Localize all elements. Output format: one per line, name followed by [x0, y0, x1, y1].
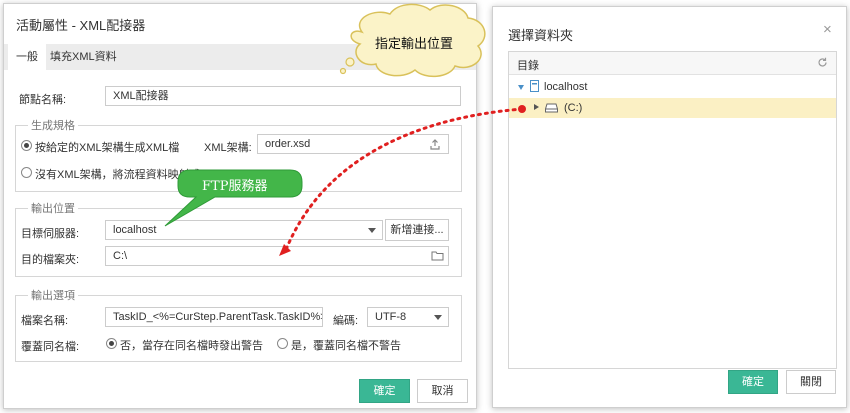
cloud-callout-text: 指定輸出位置 [375, 37, 454, 52]
red-arrow [279, 105, 526, 256]
annotation-layer [164, 3, 526, 256]
ftp-server-callout-text: FTP服務器 [202, 179, 268, 194]
